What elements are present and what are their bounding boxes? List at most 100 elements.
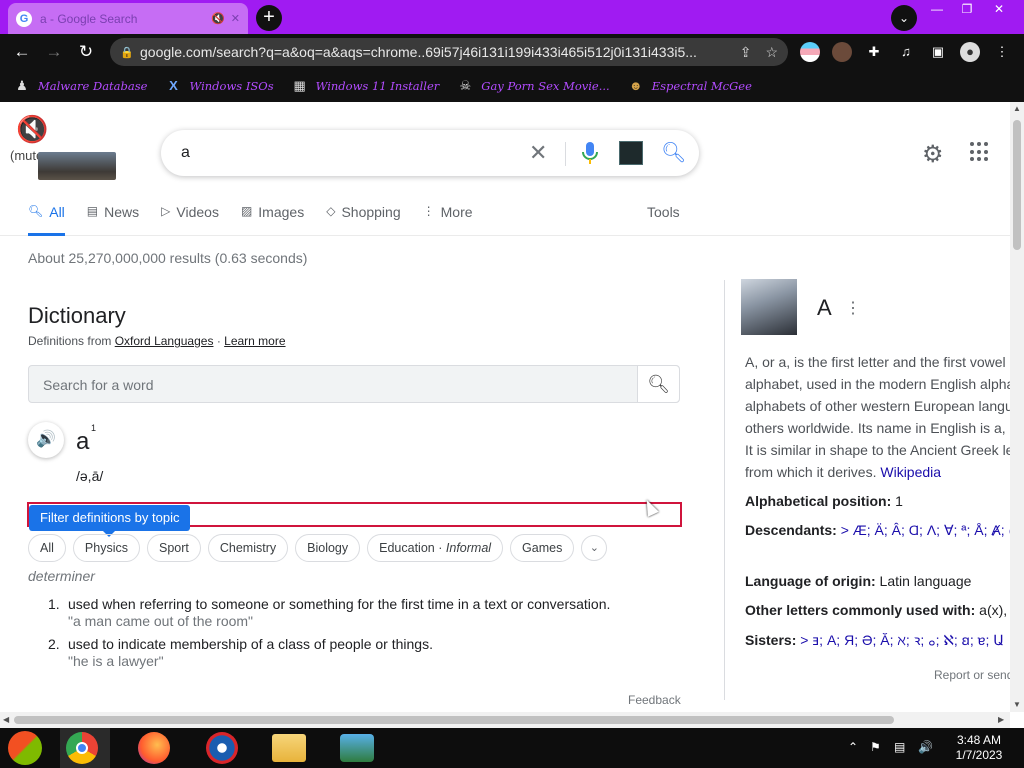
volume-icon[interactable]: 🔊 — [918, 740, 933, 754]
reload-button[interactable]: ↻ — [74, 40, 98, 64]
minimize-button[interactable]: — — [922, 0, 952, 18]
bookmark-espectral-mcgee[interactable]: ☻ Espectral McGee — [628, 78, 752, 94]
search-divider — [565, 142, 566, 166]
browser-tab[interactable]: G a - Google Search 🔇 ✕ — [8, 3, 248, 34]
feedback-link[interactable]: Feedback — [628, 693, 681, 707]
knowledge-panel-title: A — [817, 295, 832, 320]
vertical-scroll-thumb[interactable] — [1013, 120, 1021, 250]
knowledge-panel-image[interactable] — [741, 279, 797, 335]
lock-icon[interactable]: 🔒 — [120, 46, 140, 59]
chip-all[interactable]: All — [28, 534, 66, 562]
tab-videos[interactable]: ▷ Videos — [161, 204, 219, 236]
tray-chevron-up-icon[interactable]: ⌃ — [848, 740, 858, 754]
pronunciation-speaker-icon[interactable]: 🔊 — [28, 422, 64, 458]
knowledge-panel-description: A, or a, is the first letter and the fir… — [745, 354, 1010, 480]
horizontal-scrollbar[interactable]: ◀ ▶ — [0, 712, 1010, 728]
tab-news[interactable]: ▤ News — [87, 204, 139, 236]
settings-gear-icon[interactable]: ⚙ — [922, 140, 944, 169]
file-explorer-icon[interactable] — [272, 734, 306, 762]
chip-education[interactable]: Education · Informal — [367, 534, 504, 562]
search-icon[interactable]: 🔍︎ — [661, 140, 686, 165]
part-of-speech: determiner — [28, 568, 95, 584]
tab-images[interactable]: ▨ Images — [241, 204, 304, 236]
search-nav-tabs: 🔍︎ All ▤ News ▷ Videos ▨ Images ◇ Shoppi… — [28, 204, 495, 236]
chip-chemistry[interactable]: Chemistry — [207, 534, 289, 562]
doodle[interactable]: 🔇 (mute — [10, 114, 120, 180]
firefox-icon[interactable] — [138, 732, 170, 764]
tab-shopping[interactable]: ◇ Shopping — [326, 204, 400, 236]
microphone-icon[interactable] — [581, 141, 599, 165]
kebab-icon[interactable]: ⋮ — [845, 298, 861, 318]
start-button-icon[interactable] — [8, 731, 42, 765]
scroll-down-icon[interactable]: ▼ — [1013, 700, 1021, 709]
skull-icon: ☠ — [459, 78, 472, 93]
scroll-up-icon[interactable]: ▲ — [1013, 104, 1021, 113]
bookmark-windows-isos[interactable]: X Windows ISOs — [165, 78, 273, 94]
word-search-button[interactable]: 🔍︎ — [637, 366, 679, 402]
chip-biology[interactable]: Biology — [295, 534, 361, 562]
restore-button[interactable]: ❐ — [952, 0, 982, 18]
bookmark-star-icon[interactable]: ☆ — [765, 44, 778, 61]
new-tab-button[interactable]: + — [256, 5, 282, 31]
browser-titlebar: G a - Google Search 🔇 ✕ + ⌄ — ❐ ✕ — [0, 0, 1024, 34]
sense-definition: used when referring to someone or someth… — [68, 596, 611, 612]
chevron-down-icon[interactable]: ⌄ — [581, 535, 608, 561]
mute-icon[interactable]: 🔇 — [16, 114, 48, 145]
share-icon[interactable]: ⇪ — [740, 44, 752, 61]
tab-close-icon[interactable]: ✕ — [231, 12, 240, 25]
bookmark-movie[interactable]: ☠ Gay Porn Sex Movie... — [457, 78, 609, 94]
tab-all[interactable]: 🔍︎ All — [28, 204, 65, 236]
tools-button[interactable]: Tools — [647, 204, 680, 220]
network-people-icon[interactable] — [340, 734, 374, 762]
browser-menu-icon[interactable]: ⋮ — [992, 42, 1012, 62]
word-search-input[interactable]: Search for a word 🔍︎ — [28, 365, 680, 403]
taskbar: ⌃ ⚑ ▤ 🔊 3:48 AM 1/7/2023 — [0, 728, 1024, 768]
clear-search-icon[interactable]: ✕ — [529, 140, 547, 166]
url-text: google.com/search?q=a&oq=a&aqs=chrome..6… — [140, 44, 697, 60]
back-button[interactable]: ← — [10, 40, 34, 64]
campaign-logo-icon[interactable] — [206, 732, 238, 764]
result-stats: About 25,270,000,000 results (0.63 secon… — [28, 250, 308, 266]
close-window-button[interactable]: ✕ — [984, 0, 1014, 18]
tab-more[interactable]: ⋮ More — [423, 204, 473, 236]
search-input[interactable]: a — [181, 144, 190, 162]
clock[interactable]: 3:48 AM 1/7/2023 — [944, 733, 1014, 763]
oxford-languages-link[interactable]: Oxford Languages — [115, 334, 214, 348]
tab-search-button[interactable]: ⌄ — [891, 5, 917, 31]
tab-audio-icon[interactable]: 🔇 — [211, 12, 225, 25]
google-apps-icon[interactable] — [970, 142, 990, 162]
scroll-left-icon[interactable]: ◀ — [3, 715, 9, 724]
filter-topic-tooltip: Filter definitions by topic — [29, 505, 191, 537]
mask-icon: ☻ — [628, 78, 643, 93]
fact-descendants: Descendants: > Æ; Ä; Â; Ɑ; Ʌ; ∀; ª; Å; Ⱥ… — [745, 522, 1010, 538]
forward-button[interactable]: → — [42, 40, 66, 64]
report-link[interactable]: Report or send — [934, 668, 1010, 682]
extension-flag-icon[interactable] — [800, 42, 820, 62]
dictionary-source: Definitions from Oxford Languages · Lear… — [28, 334, 286, 348]
bookmark-windows-11-installer[interactable]: ▦ Windows 11 Installer — [292, 78, 439, 94]
lens-search-icon[interactable] — [619, 141, 643, 165]
doodle-image[interactable] — [38, 152, 116, 180]
chip-physics[interactable]: Physics — [72, 534, 140, 562]
wikipedia-link[interactable]: Wikipedia — [880, 464, 941, 480]
network-icon[interactable]: ▤ — [894, 740, 905, 754]
sense-example: "a man came out of the room" — [68, 613, 254, 629]
horizontal-scroll-thumb[interactable] — [14, 716, 894, 724]
bookmark-malware-database[interactable]: ♟ Malware Database — [14, 78, 147, 94]
search-icon: 🔍︎ — [28, 204, 44, 218]
chip-games[interactable]: Games — [510, 534, 575, 562]
profile-icon[interactable]: ● — [960, 42, 980, 62]
search-box[interactable]: a ✕ 🔍︎ — [161, 130, 699, 176]
chip-sport[interactable]: Sport — [146, 534, 201, 562]
extension-avatar-icon[interactable] — [832, 42, 852, 62]
flag-icon[interactable]: ⚑ — [870, 740, 881, 754]
side-panel-icon[interactable]: ▣ — [928, 42, 948, 62]
learn-more-link[interactable]: Learn more — [224, 334, 285, 348]
google-header: 🔇 (mute a ✕ 🔍︎ ⚙ 🔍︎ All ▤ News ▷ Videos — [0, 102, 1010, 236]
scroll-right-icon[interactable]: ▶ — [998, 715, 1004, 724]
address-bar[interactable]: 🔒 google.com/search?q=a&oq=a&aqs=chrome.… — [110, 38, 788, 66]
sense-example: "he is a lawyer" — [68, 653, 164, 669]
extensions-puzzle-icon[interactable]: ✚ — [864, 42, 884, 62]
vertical-scrollbar[interactable]: ▲ ▼ — [1010, 102, 1024, 712]
media-control-icon[interactable]: ♫ — [896, 42, 916, 62]
